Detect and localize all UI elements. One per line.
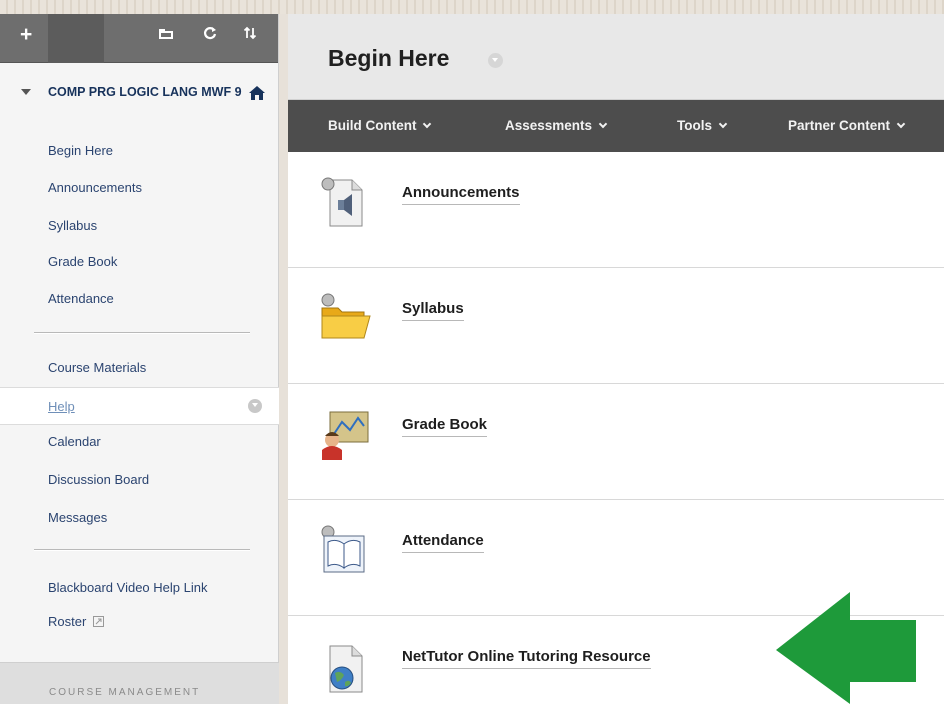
- course-management-label: COURSE MANAGEMENT: [49, 687, 201, 698]
- partner-content-menu[interactable]: Partner Content: [788, 118, 906, 133]
- assessments-label: Assessments: [505, 118, 593, 133]
- collapse-triangle-icon[interactable]: [21, 89, 31, 95]
- sidebar-item-messages[interactable]: Messages: [48, 510, 107, 526]
- sidebar-item-attendance[interactable]: Attendance: [48, 291, 114, 307]
- content-item-grade-book: Grade Book: [288, 384, 944, 500]
- external-link-icon: [92, 616, 104, 627]
- assessments-menu[interactable]: Assessments: [505, 118, 608, 133]
- chevron-down-icon: [896, 119, 906, 129]
- sidebar-item-roster-label: Roster: [48, 614, 87, 629]
- folder-view-icon[interactable]: [158, 26, 174, 43]
- build-content-menu[interactable]: Build Content: [328, 118, 432, 133]
- refresh-icon[interactable]: [203, 26, 217, 43]
- folder-icon: [321, 293, 371, 339]
- sidebar-item-begin-here[interactable]: Begin Here: [48, 143, 113, 159]
- sidebar-divider: [34, 549, 250, 551]
- sidebar-item-grade-book[interactable]: Grade Book: [48, 254, 117, 270]
- content-item-title[interactable]: Syllabus: [402, 300, 464, 321]
- partner-content-label: Partner Content: [788, 118, 891, 133]
- action-bar: Build Content Assessments Tools Partner …: [288, 100, 944, 152]
- book-icon: [321, 525, 365, 573]
- home-icon[interactable]: [248, 85, 266, 101]
- content-item-title[interactable]: NetTutor Online Tutoring Resource: [402, 648, 651, 669]
- tools-label: Tools: [677, 118, 712, 133]
- course-menu-toolbar: +: [0, 14, 278, 63]
- sidebar-divider: [34, 332, 250, 334]
- chevron-down-icon: [423, 119, 432, 129]
- sidebar-item-calendar[interactable]: Calendar: [48, 434, 101, 450]
- sidebar-item-course-materials[interactable]: Course Materials: [48, 360, 146, 376]
- page-options-chevron-icon[interactable]: [488, 53, 503, 68]
- top-border-strip: [0, 0, 944, 14]
- page-header: Begin Here: [288, 14, 944, 100]
- build-content-label: Build Content: [328, 118, 417, 133]
- tools-menu[interactable]: Tools: [677, 118, 728, 133]
- course-management-section[interactable]: COURSE MANAGEMENT: [0, 662, 279, 704]
- speaker-document-icon: [321, 177, 363, 227]
- sidebar-item-syllabus[interactable]: Syllabus: [48, 218, 97, 234]
- toolbar-shade: [48, 14, 104, 63]
- plus-icon[interactable]: +: [20, 24, 32, 45]
- content-item-title[interactable]: Announcements: [402, 184, 520, 205]
- sidebar-item-help[interactable]: Help: [0, 387, 279, 425]
- gradebook-icon: [322, 411, 369, 460]
- course-title[interactable]: COMP PRG LOGIC LANG MWF 9: [48, 85, 248, 100]
- chevron-down-icon[interactable]: [248, 399, 262, 413]
- page-title: Begin Here: [328, 45, 450, 71]
- sidebar-item-roster[interactable]: Roster: [48, 614, 104, 630]
- content-item-title[interactable]: Grade Book: [402, 416, 488, 437]
- course-menu: + COMP PRG LOGIC LANG MWF 9 Begin Here A…: [0, 14, 279, 704]
- course-header: COMP PRG LOGIC LANG MWF 9: [0, 63, 278, 100]
- globe-document-icon: [329, 645, 363, 693]
- content-item-syllabus: Syllabus: [288, 268, 944, 384]
- chevron-down-icon: [718, 119, 728, 129]
- chevron-down-icon: [598, 119, 608, 129]
- sidebar-item-video-help-link[interactable]: Blackboard Video Help Link: [48, 580, 207, 596]
- content-item-title[interactable]: Attendance: [402, 532, 484, 553]
- green-pointer-arrow-icon: [776, 592, 916, 704]
- sort-icon[interactable]: [243, 26, 257, 43]
- sidebar-item-help-label[interactable]: Help: [48, 399, 75, 414]
- sidebar-item-discussion-board[interactable]: Discussion Board: [48, 472, 149, 488]
- content-item-announcements: Announcements: [288, 152, 944, 268]
- sidebar-item-announcements[interactable]: Announcements: [48, 180, 142, 196]
